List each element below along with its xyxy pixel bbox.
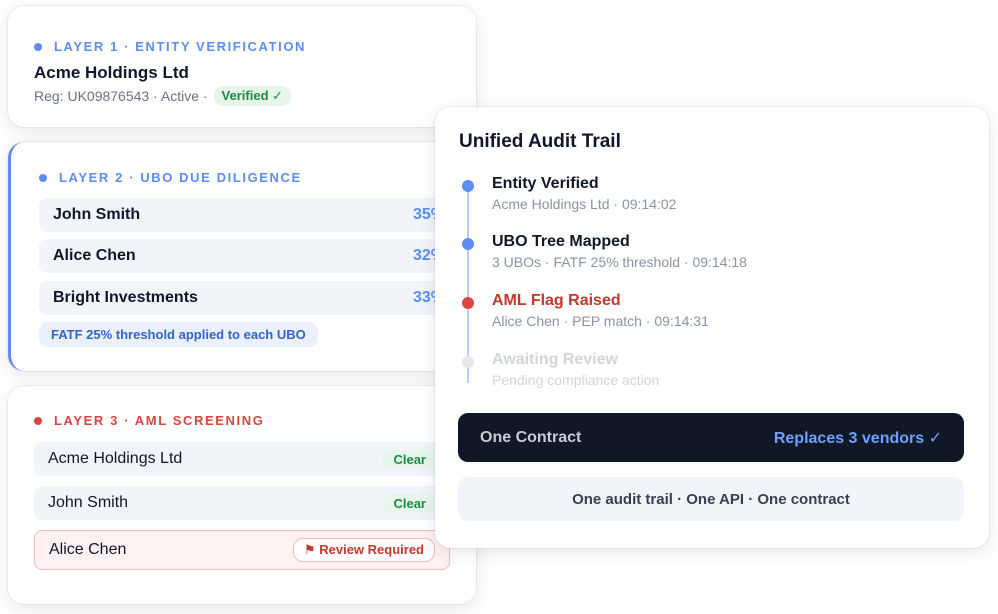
- timeline-event-title: AML Flag Raised: [492, 292, 621, 309]
- summary-bar: One audit trail · One API · One contract: [458, 477, 964, 521]
- timeline-flag-dot-icon: [462, 297, 474, 309]
- aml-row[interactable]: John Smith Clear: [34, 486, 450, 520]
- timeline-event-detail: Acme Holdings Ltd · 09:14:02: [492, 196, 677, 212]
- layer3-dot-icon: [34, 416, 42, 425]
- layer1-heading: LAYER 1 · ENTITY VERIFICATION: [34, 39, 306, 54]
- layer3-heading-text: LAYER 3 · AML SCREENING: [54, 413, 265, 428]
- review-required-badge[interactable]: ⚑ Review Required: [292, 538, 435, 562]
- timeline-dot-icon: [462, 180, 474, 192]
- layer2-heading-text: LAYER 2 · UBO DUE DILIGENCE: [59, 170, 302, 185]
- timeline-event-detail: 3 UBOs · FATF 25% threshold · 09:14:18: [492, 254, 747, 270]
- contract-bar[interactable]: One Contract Replaces 3 vendors ✓: [458, 413, 964, 462]
- audit-trail-title: Unified Audit Trail: [459, 131, 621, 152]
- entity-meta-text: Reg: UK09876543 · Active ·: [34, 88, 208, 104]
- layer1-heading-text: LAYER 1 · ENTITY VERIFICATION: [54, 39, 307, 54]
- ubo-row[interactable]: John Smith 35%: [39, 198, 459, 232]
- aml-row[interactable]: Acme Holdings Ltd Clear: [34, 442, 450, 476]
- timeline-event-detail: Alice Chen · PEP match · 09:14:31: [492, 313, 709, 329]
- timeline-dot-icon: [462, 238, 474, 250]
- verified-badge: Verified ✓: [213, 86, 292, 106]
- contract-value: Replaces 3 vendors ✓: [773, 429, 942, 447]
- timeline-line: [467, 187, 469, 383]
- fatf-threshold-note: FATF 25% threshold applied to each UBO: [39, 322, 318, 347]
- layer2-heading: LAYER 2 · UBO DUE DILIGENCE: [39, 170, 302, 185]
- clear-badge: Clear: [383, 493, 436, 513]
- aml-screening-card: LAYER 3 · AML SCREENING Acme Holdings Lt…: [8, 386, 476, 604]
- aml-entity-name: Acme Holdings Ltd: [48, 450, 183, 467]
- aml-entity-name: Alice Chen: [49, 541, 127, 558]
- timeline-event-title: UBO Tree Mapped: [492, 233, 630, 250]
- timeline-pending-dot-icon: [462, 356, 474, 368]
- clear-badge: Clear: [383, 449, 436, 469]
- ubo-due-diligence-card: LAYER 2 · UBO DUE DILIGENCE John Smith 3…: [8, 142, 476, 371]
- ubo-name: Bright Investments: [53, 289, 198, 306]
- entity-name: Acme Holdings Ltd: [34, 63, 189, 82]
- aml-row-flagged[interactable]: Alice Chen ⚑ Review Required: [34, 530, 450, 570]
- ubo-row[interactable]: Alice Chen 32%: [39, 239, 459, 273]
- contract-label: One Contract: [480, 428, 582, 446]
- layer3-heading: LAYER 3 · AML SCREENING: [34, 413, 264, 428]
- entity-meta: Reg: UK09876543 · Active · Verified ✓: [34, 86, 292, 106]
- timeline-event-detail: Pending compliance action: [492, 372, 660, 388]
- ubo-name: John Smith: [53, 206, 141, 223]
- layer2-dot-icon: [39, 173, 47, 182]
- audit-trail-card: Unified Audit Trail Entity Verified Acme…: [435, 107, 989, 548]
- ubo-name: Alice Chen: [53, 247, 136, 264]
- timeline-event-title: Awaiting Review: [492, 351, 618, 368]
- ubo-row[interactable]: Bright Investments 33%: [39, 281, 459, 315]
- entity-verification-card: LAYER 1 · ENTITY VERIFICATION Acme Holdi…: [8, 6, 476, 127]
- aml-entity-name: John Smith: [48, 494, 129, 511]
- layer1-dot-icon: [34, 42, 42, 51]
- timeline-event-title: Entity Verified: [492, 175, 599, 192]
